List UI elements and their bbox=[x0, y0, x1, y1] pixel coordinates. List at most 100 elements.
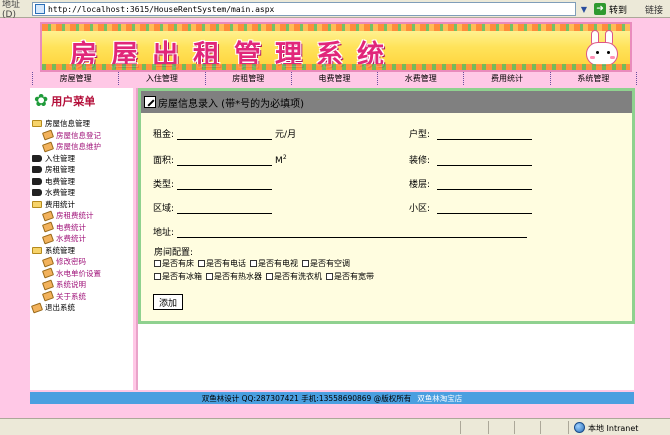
doc-icon bbox=[41, 233, 55, 245]
nav-electric[interactable]: 电费管理 bbox=[290, 72, 377, 85]
folder-icon bbox=[32, 200, 42, 208]
decor-field: 装修: bbox=[409, 153, 533, 166]
tree-node-rent-stats[interactable]: 房租费统计 bbox=[30, 210, 133, 222]
district-label: 区域: bbox=[153, 204, 175, 214]
tree-node-system[interactable]: 系统管理 bbox=[30, 245, 133, 257]
security-zone: 本地 Intranet bbox=[588, 424, 639, 433]
tree-node-rent[interactable]: 房租管理 bbox=[30, 164, 133, 176]
tree-node-electric-stats[interactable]: 电费统计 bbox=[30, 221, 133, 234]
community-label: 小区: bbox=[409, 204, 431, 214]
decor-input[interactable] bbox=[437, 155, 533, 166]
tree-node-change-password[interactable]: 修改密码 bbox=[30, 256, 133, 268]
checkbox[interactable] bbox=[326, 273, 333, 280]
floor-field: 楼层: bbox=[409, 177, 533, 190]
go-button[interactable]: 转到 bbox=[609, 3, 627, 16]
tree-node-label: 房屋信息登记 bbox=[56, 130, 101, 140]
nav-rent[interactable]: 房租管理 bbox=[204, 72, 291, 85]
banner-title: 房屋出租管理系统 bbox=[70, 40, 398, 71]
rent-label: 租金: bbox=[153, 130, 175, 140]
status-bar: 本地 Intranet bbox=[0, 418, 670, 435]
nav-checkin[interactable]: 入住管理 bbox=[118, 72, 204, 85]
check-heater[interactable]: 是否有热水器 bbox=[206, 271, 262, 282]
check-broadband[interactable]: 是否有宽带 bbox=[326, 271, 374, 282]
status-divider bbox=[514, 421, 515, 434]
rent-input[interactable] bbox=[177, 129, 273, 140]
sidebar: ✿ 用户菜单 房屋信息管理 房屋信息登记 房屋信息维护 入住管理 房租管理 电费… bbox=[30, 88, 133, 390]
tree-node-house-maintain[interactable]: 房屋信息维护 bbox=[30, 141, 133, 153]
checkbox[interactable] bbox=[266, 273, 273, 280]
config-row-2: 是否有冰箱 是否有热水器 是否有洗衣机 是否有宽带 bbox=[154, 271, 378, 282]
address-label: 地址(D) bbox=[2, 0, 21, 20]
clover-icon: ✿ bbox=[34, 90, 49, 111]
add-button[interactable]: 添加 bbox=[153, 294, 183, 310]
area-input[interactable] bbox=[177, 155, 273, 166]
checkbox[interactable] bbox=[302, 260, 309, 267]
book-icon bbox=[32, 189, 42, 197]
tree-node-house-info[interactable]: 房屋信息管理 bbox=[30, 118, 133, 130]
tree-node-label: 电费统计 bbox=[56, 222, 86, 232]
doc-icon bbox=[41, 141, 55, 153]
main-nav: 房屋管理 入住管理 房租管理 电费管理 水费管理 费用统计 系统管理 bbox=[32, 72, 637, 85]
tree-node-label: 系统管理 bbox=[45, 245, 75, 255]
status-divider bbox=[460, 421, 461, 434]
nav-water[interactable]: 水费管理 bbox=[377, 72, 463, 85]
tree-node-electric[interactable]: 电费管理 bbox=[30, 176, 133, 188]
sidebar-header: ✿ 用户菜单 bbox=[30, 88, 133, 114]
shop-link[interactable]: 双鱼林淘宝店 bbox=[417, 393, 462, 404]
check-tv[interactable]: 是否有电视 bbox=[250, 258, 298, 269]
nav-system[interactable]: 系统管理 bbox=[549, 72, 637, 85]
tree-node-logout[interactable]: 退出系统 bbox=[30, 302, 133, 314]
config-row-1: 是否有床 是否有电话 是否有电视 是否有空调 bbox=[154, 258, 354, 269]
district-input[interactable] bbox=[177, 203, 273, 214]
floor-input[interactable] bbox=[437, 179, 533, 190]
tree-node-system-help[interactable]: 系统说明 bbox=[30, 279, 133, 291]
check-bed[interactable]: 是否有床 bbox=[154, 258, 194, 269]
address-field: 地址: bbox=[153, 225, 528, 238]
go-arrow-icon[interactable]: ➜ bbox=[594, 3, 606, 15]
rent-unit: 元/月 bbox=[275, 130, 297, 140]
form-title-bar: 房屋信息录入 (带*号的为必填项) bbox=[141, 91, 632, 113]
tree-node-label: 水费管理 bbox=[45, 188, 75, 198]
tree-node-checkin[interactable]: 入住管理 bbox=[30, 153, 133, 165]
doc-icon bbox=[41, 256, 55, 268]
checkbox[interactable] bbox=[154, 273, 161, 280]
doc-icon bbox=[41, 290, 55, 302]
tree-node-label: 房租管理 bbox=[45, 165, 75, 175]
checkbox[interactable] bbox=[206, 273, 213, 280]
bunny-icon bbox=[582, 30, 622, 68]
community-input[interactable] bbox=[437, 203, 533, 214]
area-label: 面积: bbox=[153, 156, 175, 166]
doc-icon bbox=[41, 267, 55, 279]
nav-house[interactable]: 房屋管理 bbox=[32, 72, 118, 85]
book-icon bbox=[32, 154, 42, 162]
check-phone[interactable]: 是否有电话 bbox=[198, 258, 246, 269]
chevron-down-icon[interactable]: ▼ bbox=[576, 3, 592, 15]
check-ac[interactable]: 是否有空调 bbox=[302, 258, 350, 269]
check-washer[interactable]: 是否有洗衣机 bbox=[266, 271, 322, 282]
tree-node-label: 系统说明 bbox=[56, 280, 86, 290]
type-label: 户型: bbox=[409, 130, 431, 140]
url-input[interactable]: http://localhost:3615/HouseRentSystem/ma… bbox=[32, 2, 576, 16]
tree-node-stats[interactable]: 费用统计 bbox=[30, 199, 133, 211]
links-button[interactable]: 链接 bbox=[645, 3, 663, 16]
check-fridge[interactable]: 是否有冰箱 bbox=[154, 271, 202, 282]
nav-stats[interactable]: 费用统计 bbox=[463, 72, 549, 85]
tree-node-label: 退出系统 bbox=[45, 303, 75, 313]
type-input[interactable] bbox=[437, 129, 533, 140]
address-input[interactable] bbox=[177, 227, 528, 238]
sidebar-title: 用户菜单 bbox=[51, 95, 96, 108]
checkbox[interactable] bbox=[250, 260, 257, 267]
checkbox[interactable] bbox=[198, 260, 205, 267]
tree-node-price-settings[interactable]: 水电单价设置 bbox=[30, 267, 133, 280]
status-divider bbox=[540, 421, 541, 434]
tree-node-about[interactable]: 关于系统 bbox=[30, 290, 133, 303]
tree-node-house-register[interactable]: 房屋信息登记 bbox=[30, 129, 133, 142]
tree-node-water[interactable]: 水费管理 bbox=[30, 187, 133, 199]
checkbox[interactable] bbox=[154, 260, 161, 267]
tree-node-water-stats[interactable]: 水费统计 bbox=[30, 233, 133, 245]
category-input[interactable] bbox=[177, 179, 273, 190]
doc-icon bbox=[30, 302, 44, 314]
district-field: 区域: bbox=[153, 201, 273, 214]
decor-label: 装修: bbox=[409, 156, 431, 166]
tree-node-label: 修改密码 bbox=[56, 257, 86, 267]
